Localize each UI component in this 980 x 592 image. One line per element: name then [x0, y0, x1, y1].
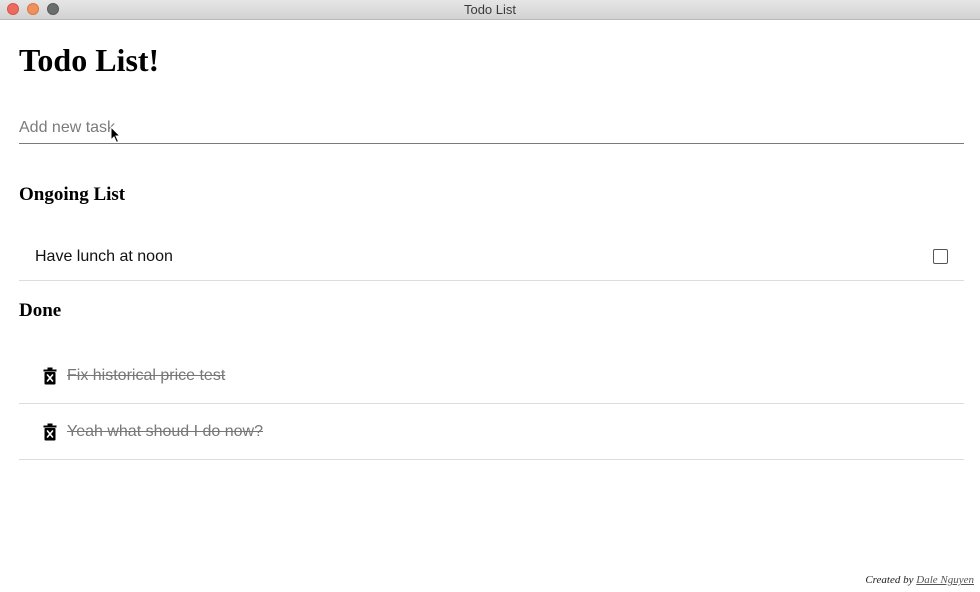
done-list-item: Fix historical price test [19, 348, 964, 404]
done-task-text: Yeah what shoud I do now? [67, 423, 264, 440]
task-checkbox[interactable] [933, 249, 948, 264]
done-section-title: Done [19, 300, 62, 321]
trash-icon[interactable] [43, 367, 57, 385]
footer-prefix: Created by [865, 574, 914, 586]
title-bar: Todo List [0, 0, 980, 20]
ongoing-list-item: Have lunch at noon [19, 233, 964, 281]
ongoing-section-title: Ongoing List [19, 184, 126, 205]
done-task-text: Fix historical price test [67, 367, 226, 384]
done-list-item: Yeah what shoud I do now? [19, 404, 964, 460]
mouse-pointer-icon [110, 126, 122, 144]
trash-icon[interactable] [43, 423, 57, 441]
new-task-input[interactable] [19, 113, 964, 144]
page-title: Todo List! [19, 42, 160, 78]
author-link[interactable]: Dale Nguyen [916, 574, 974, 586]
window-title: Todo List [463, 2, 517, 17]
footer-credit: Created by Dale Nguyen [865, 574, 974, 586]
app-window: Todo List Todo List! Ongoing List Have l… [0, 0, 980, 592]
task-text: Have lunch at noon [35, 248, 173, 265]
